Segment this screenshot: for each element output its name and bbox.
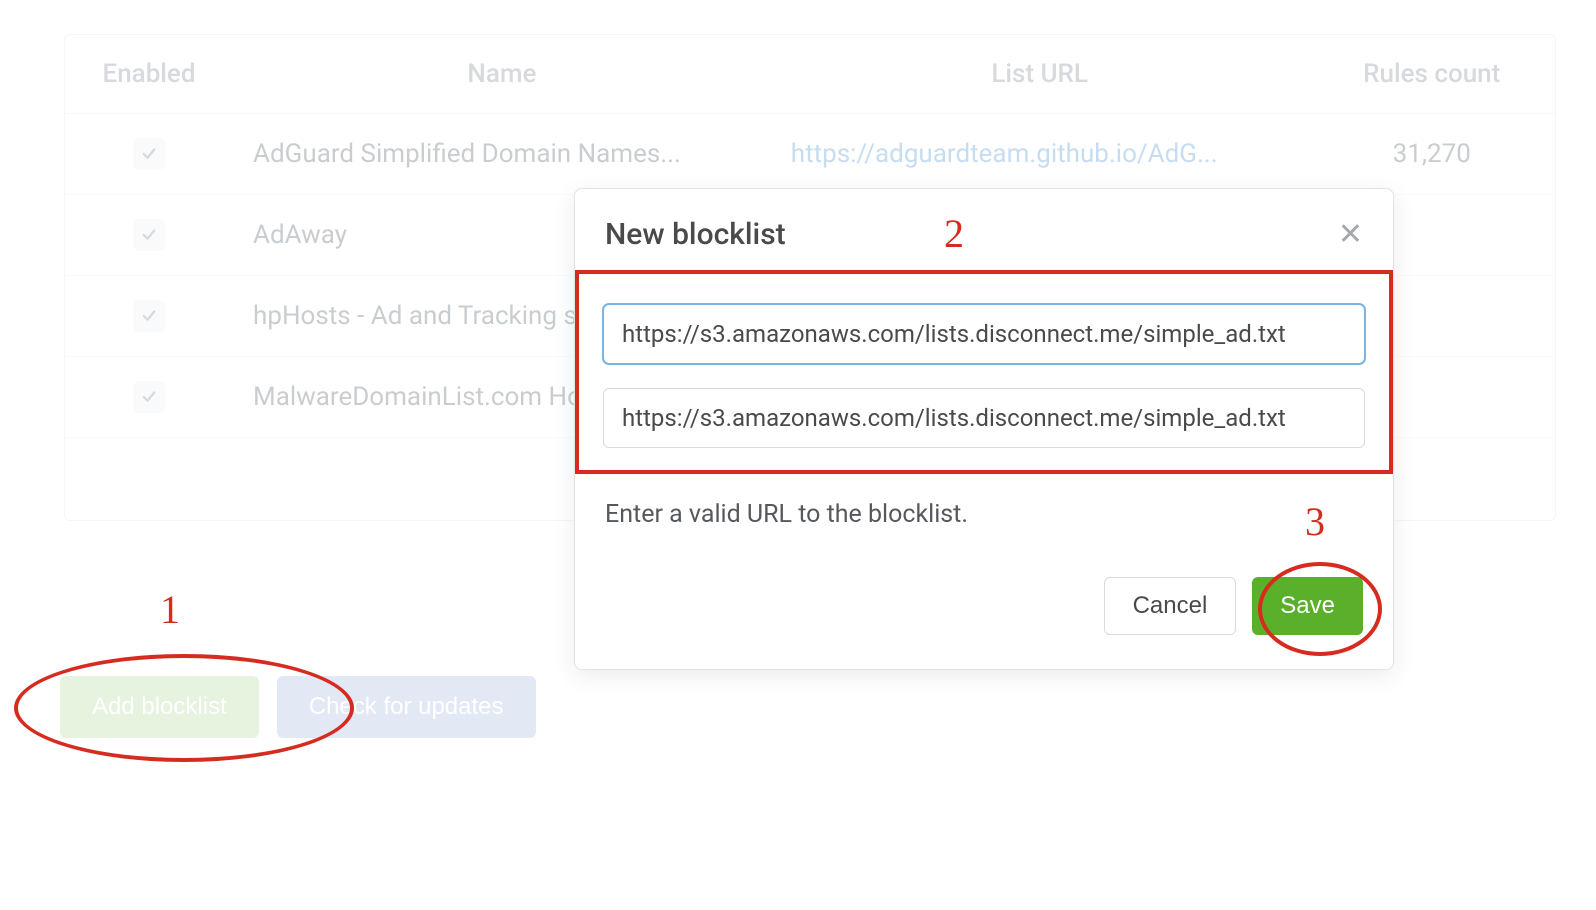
cancel-button[interactable]: Cancel: [1104, 577, 1237, 635]
modal-header: New blocklist ✕: [575, 189, 1393, 270]
modal-body: Enter a valid URL to the blocklist.: [575, 270, 1393, 549]
blocklist-name-input[interactable]: [603, 304, 1365, 364]
save-button[interactable]: Save: [1252, 577, 1363, 635]
modal-title: New blocklist: [605, 217, 786, 252]
modal-footer: Cancel Save: [575, 549, 1393, 669]
blocklist-url-input[interactable]: [603, 388, 1365, 448]
new-blocklist-modal: New blocklist ✕ Enter a valid URL to the…: [574, 188, 1394, 670]
close-icon[interactable]: ✕: [1338, 220, 1363, 250]
annotated-input-group: [575, 270, 1393, 474]
modal-hint: Enter a valid URL to the blocklist.: [603, 474, 1365, 539]
